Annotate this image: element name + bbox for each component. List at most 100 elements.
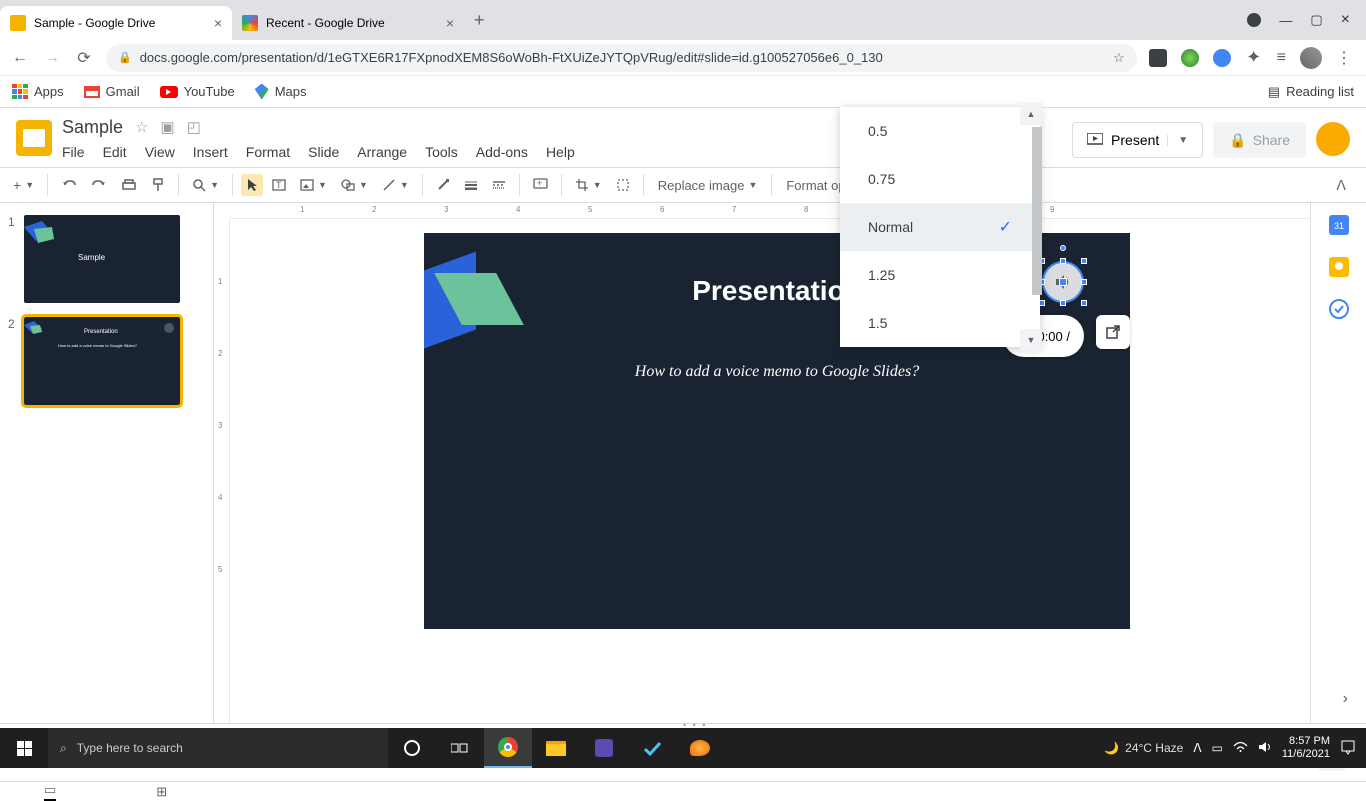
scrollbar-thumb[interactable] bbox=[1032, 127, 1042, 295]
start-button[interactable] bbox=[0, 728, 48, 768]
reading-list-button[interactable]: ▤ Reading list bbox=[1268, 84, 1354, 100]
forward-button[interactable]: → bbox=[42, 49, 62, 67]
tasks-icon[interactable] bbox=[1329, 299, 1349, 319]
present-button[interactable]: Present ▼ bbox=[1072, 122, 1203, 158]
filmstrip-view-icon[interactable]: ▭ bbox=[44, 782, 56, 801]
apps-shortcut[interactable]: Apps bbox=[12, 84, 64, 100]
speed-option-1-5[interactable]: 1.5 bbox=[840, 299, 1040, 347]
notifications-icon[interactable] bbox=[1340, 739, 1356, 758]
speed-option-1-25[interactable]: 1.25 bbox=[840, 251, 1040, 299]
popout-button[interactable] bbox=[1096, 315, 1130, 349]
browser-tab-active[interactable]: Sample - Google Drive × bbox=[0, 6, 232, 40]
bookmark-youtube[interactable]: YouTube bbox=[160, 84, 235, 99]
chrome-taskbar-icon[interactable] bbox=[484, 728, 532, 768]
new-tab-button[interactable]: + bbox=[474, 10, 485, 31]
paint-taskbar-icon[interactable] bbox=[676, 728, 724, 768]
menu-help[interactable]: Help bbox=[546, 144, 575, 160]
keep-icon[interactable] bbox=[1329, 257, 1349, 277]
weather-widget[interactable]: 🌙 24°C Haze bbox=[1104, 741, 1183, 755]
close-window-button[interactable]: × bbox=[1341, 11, 1350, 29]
scroll-up-icon[interactable]: ▲ bbox=[1020, 103, 1042, 125]
slide-subtitle-text[interactable]: How to add a voice memo to Google Slides… bbox=[424, 363, 1130, 381]
ext-icon[interactable] bbox=[1181, 49, 1199, 67]
line-color-button[interactable] bbox=[431, 174, 455, 196]
omnibox[interactable]: 🔒 docs.google.com/presentation/d/1eGTXE6… bbox=[106, 44, 1137, 72]
select-tool[interactable] bbox=[241, 174, 263, 196]
cortana-icon[interactable] bbox=[388, 728, 436, 768]
tray-chevron-icon[interactable]: ᐱ bbox=[1193, 741, 1201, 755]
menu-addons[interactable]: Add-ons bbox=[476, 144, 528, 160]
back-button[interactable]: ← bbox=[10, 49, 30, 67]
explorer-taskbar-icon[interactable] bbox=[532, 728, 580, 768]
ext-icon[interactable] bbox=[1213, 49, 1231, 67]
volume-icon[interactable] bbox=[1258, 741, 1272, 756]
replace-image-button[interactable]: Replace image▼ bbox=[652, 178, 764, 193]
extension-indicator-icon[interactable] bbox=[1247, 13, 1261, 27]
clock[interactable]: 8:57 PM 11/6/2021 bbox=[1282, 735, 1330, 761]
speed-option-0-75[interactable]: 0.75 bbox=[840, 155, 1040, 203]
line-weight-button[interactable] bbox=[459, 176, 483, 194]
app-taskbar-icon[interactable] bbox=[628, 728, 676, 768]
menu-insert[interactable]: Insert bbox=[193, 144, 228, 160]
zoom-button[interactable]: ▼ bbox=[187, 174, 224, 196]
browser-tab[interactable]: Recent - Google Drive × bbox=[232, 6, 464, 40]
textbox-tool[interactable]: T bbox=[267, 174, 291, 196]
task-view-icon[interactable] bbox=[436, 728, 484, 768]
wifi-icon[interactable] bbox=[1233, 741, 1248, 756]
profile-avatar[interactable] bbox=[1300, 47, 1322, 69]
maximize-button[interactable]: ▢ bbox=[1310, 12, 1322, 28]
mask-button[interactable] bbox=[611, 174, 635, 196]
move-icon[interactable]: ▣ bbox=[160, 118, 174, 136]
show-side-panel-icon[interactable]: › bbox=[1343, 690, 1348, 708]
tabs-list-icon[interactable]: ≡ bbox=[1277, 49, 1286, 67]
menu-edit[interactable]: Edit bbox=[103, 144, 127, 160]
calendar-icon[interactable]: 31 bbox=[1329, 215, 1349, 235]
battery-icon[interactable]: ▭ bbox=[1212, 741, 1223, 755]
line-tool[interactable]: ▼ bbox=[377, 174, 414, 196]
document-title[interactable]: Sample bbox=[62, 117, 123, 138]
ext-icon[interactable] bbox=[1149, 49, 1167, 67]
menu-slide[interactable]: Slide bbox=[308, 144, 339, 160]
new-slide-button[interactable]: +▼ bbox=[8, 173, 39, 197]
slides-logo-icon[interactable] bbox=[16, 120, 52, 156]
star-icon[interactable]: ☆ bbox=[1113, 50, 1125, 66]
undo-button[interactable] bbox=[56, 174, 82, 196]
crop-button[interactable]: ▼ bbox=[570, 174, 607, 196]
menu-file[interactable]: File bbox=[62, 144, 85, 160]
taskbar-search[interactable]: ⌕ Type here to search bbox=[48, 728, 388, 768]
cloud-status-icon[interactable]: ◰ bbox=[187, 118, 201, 136]
bookmark-maps[interactable]: Maps bbox=[255, 84, 307, 100]
present-dropdown-icon[interactable]: ▼ bbox=[1167, 135, 1194, 146]
comment-button[interactable]: + bbox=[528, 174, 553, 196]
redo-button[interactable] bbox=[86, 174, 112, 196]
speed-option-0-5[interactable]: 0.5 bbox=[840, 107, 1040, 155]
app-taskbar-icon[interactable] bbox=[580, 728, 628, 768]
print-button[interactable] bbox=[116, 174, 142, 196]
share-button[interactable]: 🔒 Share bbox=[1213, 122, 1306, 158]
bookmark-gmail[interactable]: Gmail bbox=[84, 84, 140, 99]
chrome-menu-icon[interactable]: ⋮ bbox=[1336, 48, 1352, 68]
speed-option-normal[interactable]: Normal✓ bbox=[840, 203, 1040, 251]
scroll-down-icon[interactable]: ▼ bbox=[1020, 329, 1042, 351]
close-tab-icon[interactable]: × bbox=[446, 15, 454, 31]
star-icon[interactable]: ☆ bbox=[135, 118, 148, 136]
menu-format[interactable]: Format bbox=[246, 144, 290, 160]
paint-format-button[interactable] bbox=[146, 174, 170, 196]
collapse-toolbar-icon[interactable]: ᐱ bbox=[1336, 177, 1346, 194]
shape-tool[interactable]: ▼ bbox=[336, 174, 373, 196]
account-avatar[interactable] bbox=[1316, 122, 1350, 156]
reload-button[interactable]: ⟳ bbox=[74, 48, 94, 68]
menu-tools[interactable]: Tools bbox=[425, 144, 458, 160]
line-dash-button[interactable] bbox=[487, 176, 511, 194]
menu-arrange[interactable]: Arrange bbox=[357, 144, 407, 160]
grid-view-icon[interactable]: ⊞ bbox=[156, 784, 167, 800]
extensions-icon[interactable]: ✦ bbox=[1245, 49, 1263, 67]
menu-view[interactable]: View bbox=[145, 144, 175, 160]
audio-object[interactable] bbox=[1042, 261, 1084, 303]
image-tool[interactable]: ▼ bbox=[295, 174, 332, 196]
minimize-button[interactable]: — bbox=[1279, 13, 1292, 28]
slide-thumbnail-2[interactable]: Presentation How to add a voice memo to … bbox=[24, 317, 180, 405]
search-icon: ⌕ bbox=[60, 741, 67, 756]
slide-thumbnail-1[interactable]: Sample bbox=[24, 215, 180, 303]
close-tab-icon[interactable]: × bbox=[214, 15, 222, 31]
